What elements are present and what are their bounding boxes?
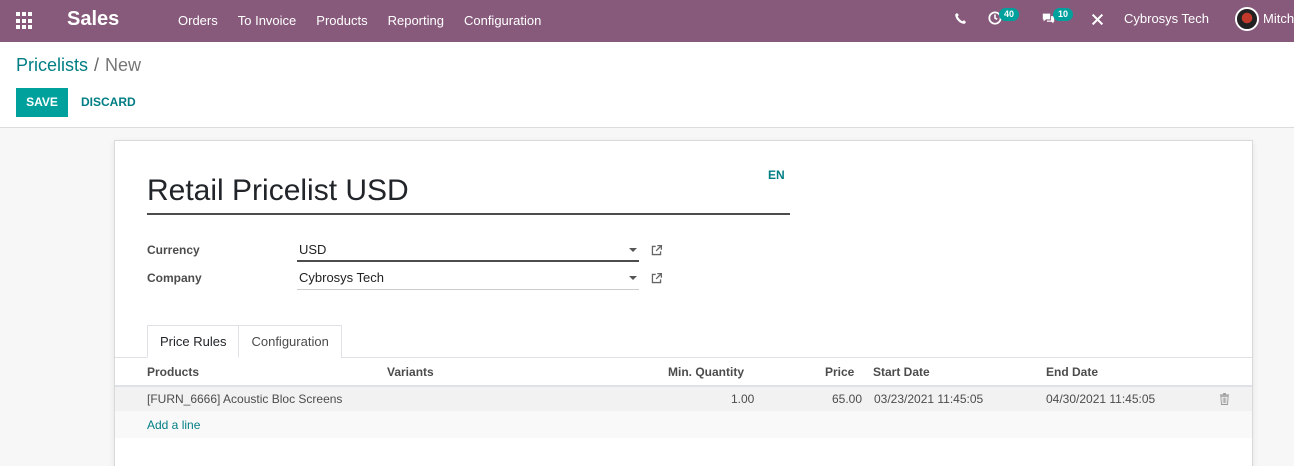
message-count-badge: 10 bbox=[1053, 8, 1074, 21]
table-header: Products Variants Min. Quantity Price St… bbox=[115, 358, 1252, 387]
external-link-icon[interactable] bbox=[650, 272, 663, 285]
form-sheet: Retail Pricelist USD EN Currency USD Com… bbox=[114, 140, 1253, 466]
table-row[interactable]: [FURN_6666] Acoustic Bloc Screens 1.00 6… bbox=[115, 387, 1252, 411]
activity-count-badge: 40 bbox=[999, 8, 1020, 21]
column-variants[interactable]: Variants bbox=[387, 365, 434, 379]
apps-icon[interactable] bbox=[16, 12, 34, 30]
breadcrumb-pricelists[interactable]: Pricelists bbox=[16, 55, 88, 75]
tab-configuration[interactable]: Configuration bbox=[239, 325, 342, 358]
phone-icon[interactable] bbox=[954, 12, 967, 25]
external-link-icon[interactable] bbox=[650, 244, 663, 257]
notebook-tabs: Price Rules Configuration bbox=[147, 325, 342, 358]
company-switcher[interactable]: Cybrosys Tech bbox=[1124, 0, 1209, 38]
menu-item-configuration[interactable]: Configuration bbox=[454, 0, 551, 42]
currency-field[interactable]: USD bbox=[297, 240, 639, 262]
currency-label: Currency bbox=[147, 243, 200, 257]
cell-min-quantity: 1.00 bbox=[731, 392, 755, 406]
column-min-quantity[interactable]: Min. Quantity bbox=[668, 365, 744, 379]
cell-price: 65.00 bbox=[832, 392, 863, 406]
top-navbar: Sales Orders To Invoice Products Reporti… bbox=[0, 0, 1294, 42]
add-line-link[interactable]: Add a line bbox=[147, 418, 200, 432]
pricelist-name[interactable]: Retail Pricelist USD bbox=[147, 171, 790, 211]
debug-tools-icon[interactable] bbox=[1091, 13, 1104, 26]
trash-icon[interactable] bbox=[1219, 393, 1230, 405]
control-panel: Pricelists / New SAVE DISCARD bbox=[0, 42, 1294, 128]
menu-item-orders[interactable]: Orders bbox=[168, 0, 228, 42]
add-line-row: Add a line bbox=[115, 411, 1252, 438]
column-start-date[interactable]: Start Date bbox=[873, 365, 930, 379]
company-value: Cybrosys Tech bbox=[299, 270, 385, 285]
dropdown-caret-icon[interactable] bbox=[629, 248, 637, 252]
tab-price-rules[interactable]: Price Rules bbox=[147, 325, 240, 358]
menu-item-reporting[interactable]: Reporting bbox=[378, 0, 454, 42]
currency-value: USD bbox=[299, 242, 327, 257]
company-field[interactable]: Cybrosys Tech bbox=[297, 268, 639, 290]
dropdown-caret-icon[interactable] bbox=[629, 276, 637, 280]
cell-start-date: 03/23/2021 11:45:05 bbox=[874, 392, 984, 406]
breadcrumb-current: New bbox=[105, 55, 142, 75]
cell-end-date: 04/30/2021 11:45:05 bbox=[1046, 392, 1156, 406]
cell-product: [FURN_6666] Acoustic Bloc Screens bbox=[147, 392, 343, 406]
app-brand[interactable]: Sales bbox=[67, 8, 119, 31]
language-button[interactable]: EN bbox=[768, 168, 785, 182]
avatar[interactable] bbox=[1235, 7, 1259, 31]
column-end-date[interactable]: End Date bbox=[1046, 365, 1098, 379]
column-products[interactable]: Products bbox=[147, 365, 199, 379]
title-field[interactable]: Retail Pricelist USD bbox=[147, 171, 790, 215]
main-menu: Orders To Invoice Products Reporting Con… bbox=[168, 0, 551, 42]
save-button[interactable]: SAVE bbox=[16, 88, 68, 117]
user-menu[interactable]: Mitch bbox=[1263, 0, 1294, 38]
breadcrumb: Pricelists / New bbox=[16, 55, 141, 76]
menu-item-products[interactable]: Products bbox=[306, 0, 377, 42]
breadcrumb-separator: / bbox=[94, 55, 100, 75]
discard-button[interactable]: DISCARD bbox=[72, 88, 145, 117]
menu-item-to-invoice[interactable]: To Invoice bbox=[228, 0, 307, 42]
column-price[interactable]: Price bbox=[825, 365, 854, 379]
company-label: Company bbox=[147, 271, 202, 285]
